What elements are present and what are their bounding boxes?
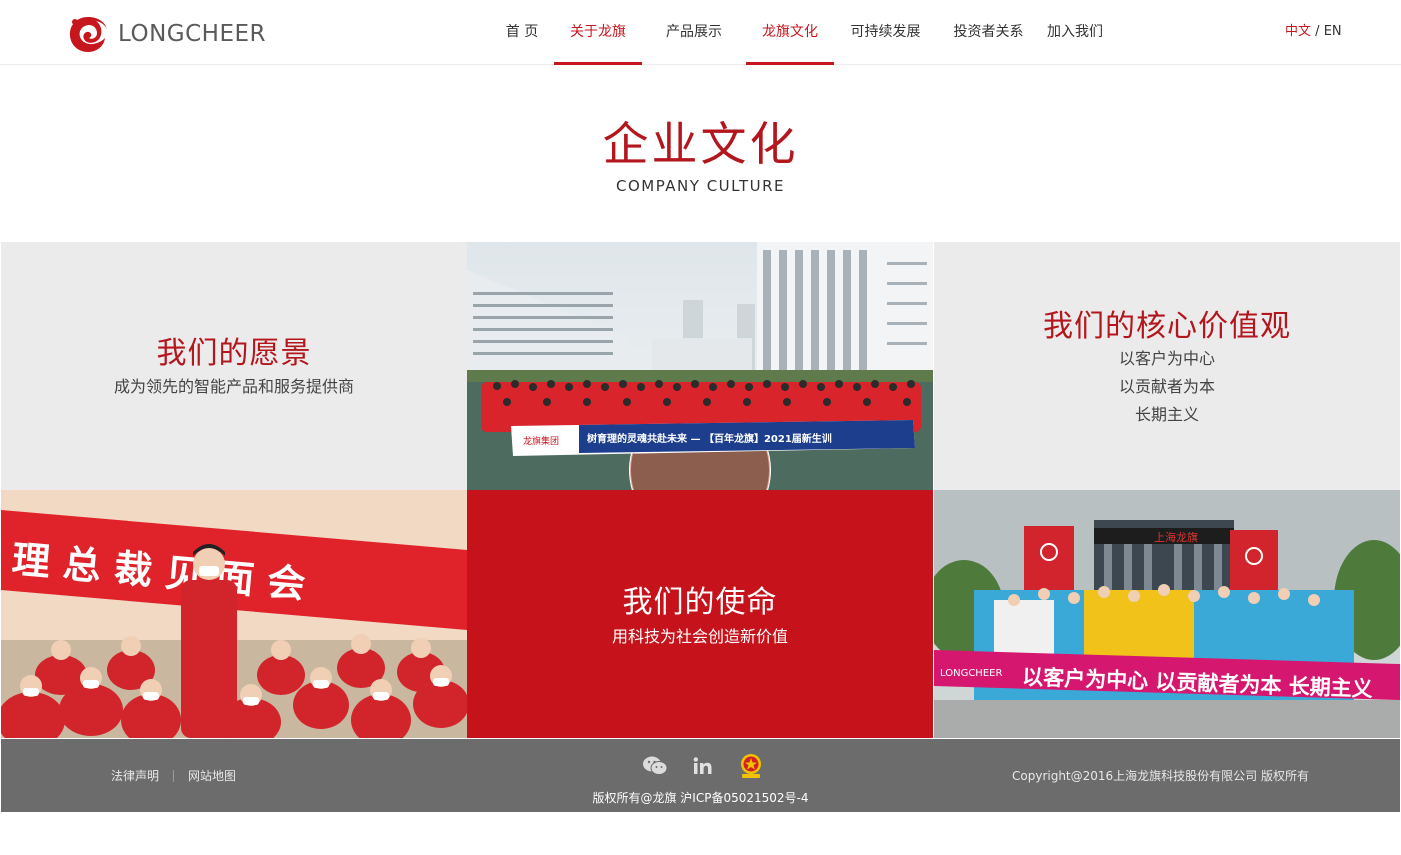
sitemap-link[interactable]: 网站地图: [188, 767, 236, 784]
core-values-title: 我们的核心价值观: [1043, 309, 1291, 344]
nav-active-bar: [554, 62, 642, 65]
nav-label: 首 页: [505, 24, 539, 40]
nav-label: 产品展示: [666, 24, 722, 40]
nav-about[interactable]: 关于龙旗: [554, 0, 642, 65]
mission-text: 用科技为社会创造新价值: [611, 627, 788, 646]
vision-title: 我们的愿景: [156, 336, 312, 371]
group-banner-text: 树育理的灵魂共赴未来 — 【百年龙旗】2021届新生训: [587, 432, 832, 445]
group-photo: 龙旗集团 树育理的灵魂共赴未来 — 【百年龙旗】2021届新生训: [467, 242, 933, 490]
vision-card: 我们的愿景 成为领先的智能产品和服务提供商: [1, 242, 467, 490]
office-photo-image: 上海龙旗 LONGCHEER 以客户为中心 以贡献者为本 长期主义: [934, 490, 1400, 738]
nav-products[interactable]: 产品展示: [642, 0, 746, 65]
nav-label: 可持续发展: [850, 24, 921, 40]
nav-label: 关于龙旗: [570, 24, 626, 40]
nav-home[interactable]: 首 页: [490, 0, 554, 65]
copyright-text: Copyright@2016上海龙旗科技股份有限公司 版权所有: [1012, 769, 1309, 783]
nav-label: 龙旗文化: [762, 24, 818, 40]
site-footer: 法律声明 网站地图 版权所有@龙旗 沪ICP备05021502号-4 Copyr…: [1, 739, 1400, 812]
culture-grid: 我们的愿景 成为领先的智能产品和服务提供商 龙旗集团 树育理的灵魂共赴未来 — …: [1, 242, 1400, 739]
linkedin-icon[interactable]: [690, 753, 716, 779]
nav-label: 加入我们: [1047, 24, 1103, 40]
icp-record: 版权所有@龙旗 沪ICP备05021502号-4: [592, 791, 809, 805]
office-photo: 上海龙旗 LONGCHEER 以客户为中心 以贡献者为本 长期主义: [934, 490, 1400, 738]
meeting-photo-image: 理 总 裁 见 面 会: [1, 490, 467, 738]
meeting-photo: 理 总 裁 见 面 会: [1, 490, 467, 738]
nav-culture[interactable]: 龙旗文化: [746, 0, 834, 65]
page-subtitle: COMPANY CULTURE: [615, 177, 785, 195]
group-photo-image: 龙旗集团 树育理的灵魂共赴未来 — 【百年龙旗】2021届新生训: [467, 242, 933, 490]
footer-divider: [173, 769, 175, 782]
logo-text: LONGCHEER: [118, 21, 267, 47]
mission-title: 我们的使命: [622, 585, 778, 620]
lang-separator: /: [1315, 24, 1320, 39]
page-title: 企业文化: [602, 117, 799, 171]
site-header: LONGCHEER 首 页 关于龙旗 产品展示 龙旗文化 可持续发展 投资者关系…: [0, 0, 1401, 65]
main-nav: 首 页 关于龙旗 产品展示 龙旗文化 可持续发展 投资者关系 加入我们: [490, 0, 1110, 65]
legal-notice-link[interactable]: 法律声明: [111, 767, 159, 784]
footer-links: 法律声明 网站地图: [111, 767, 236, 784]
nav-investors[interactable]: 投资者关系: [937, 0, 1040, 65]
office-banner-logo: LONGCHEER: [940, 668, 1002, 679]
nav-active-bar: [746, 62, 834, 65]
police-badge-icon[interactable]: [738, 753, 764, 779]
vision-text: 成为领先的智能产品和服务提供商: [113, 377, 354, 396]
language-switch: 中文 / EN: [1285, 0, 1342, 65]
mission-card: 我们的使命 用科技为社会创造新价值: [467, 490, 933, 738]
group-banner-logo: 龙旗集团: [523, 435, 559, 447]
longcheer-swirl-icon: [69, 17, 107, 52]
footer-social: [642, 753, 764, 779]
lang-en[interactable]: EN: [1324, 24, 1342, 39]
core-value-1: 以客户为中心: [1118, 349, 1215, 368]
nav-join-us[interactable]: 加入我们: [1040, 0, 1110, 65]
logo[interactable]: LONGCHEER: [66, 13, 266, 55]
office-sign: 上海龙旗: [1154, 530, 1198, 544]
nav-label: 投资者关系: [953, 24, 1024, 40]
core-value-3: 长期主义: [1134, 405, 1199, 424]
wechat-icon[interactable]: [642, 753, 668, 779]
core-values-card: 我们的核心价值观 以客户为中心 以贡献者为本 长期主义: [934, 242, 1400, 490]
lang-zh[interactable]: 中文: [1285, 24, 1311, 39]
core-value-2: 以贡献者为本: [1118, 377, 1215, 396]
nav-sustainability[interactable]: 可持续发展: [834, 0, 937, 65]
